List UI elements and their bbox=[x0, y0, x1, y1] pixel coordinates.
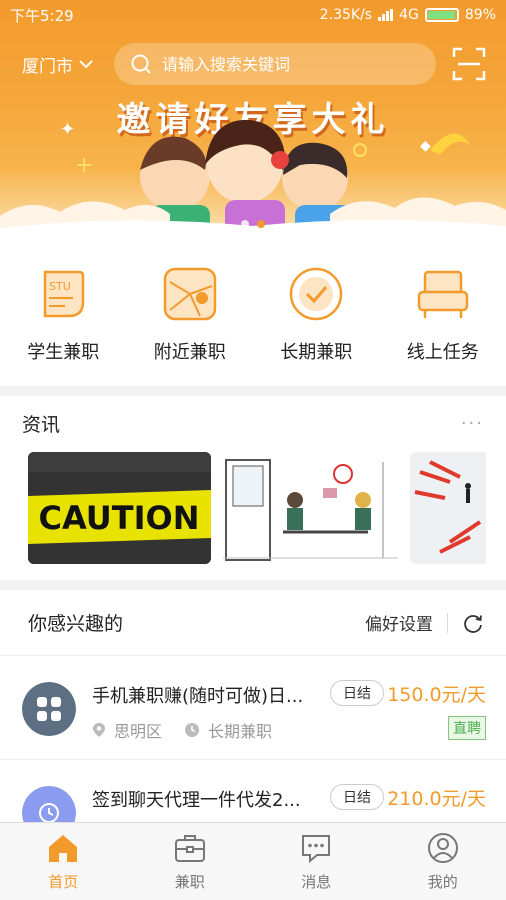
tab-label: 我的 bbox=[427, 873, 458, 891]
job-badge: 直聘 bbox=[448, 716, 486, 740]
job-price: 150.0元/天 bbox=[387, 684, 486, 706]
job-price: 210.0元/天 bbox=[387, 788, 486, 810]
caution-caption: CAUTION bbox=[39, 499, 200, 537]
location-icon bbox=[93, 723, 105, 737]
category-longterm[interactable]: 长期兼职 bbox=[253, 238, 380, 386]
category-badge: STU bbox=[49, 280, 71, 293]
tab-parttime[interactable]: 兼职 bbox=[127, 823, 254, 900]
svg-text:+: + bbox=[75, 153, 93, 178]
office-meeting-image bbox=[223, 459, 398, 561]
bottom-tab-bar: 首页 兼职 消息 我的 bbox=[0, 822, 506, 900]
tab-label: 首页 bbox=[48, 873, 79, 891]
news-card[interactable]: CAUTION bbox=[28, 452, 211, 564]
tab-label: 兼职 bbox=[174, 873, 205, 891]
banner-pagination bbox=[0, 220, 506, 228]
clock-icon bbox=[185, 723, 200, 737]
category-label: 附近兼职 bbox=[153, 342, 226, 363]
news-card[interactable] bbox=[223, 452, 398, 564]
news-carousel[interactable]: CAUTION bbox=[28, 452, 486, 564]
tab-label: 消息 bbox=[301, 873, 332, 891]
banner-dot[interactable] bbox=[241, 220, 249, 228]
news-card[interactable] bbox=[410, 452, 486, 564]
job-tag: 日结 bbox=[330, 784, 384, 810]
job-title: 签到聊天代理一件代发2... bbox=[92, 790, 301, 811]
home-icon bbox=[49, 835, 78, 862]
tab-messages[interactable]: 消息 bbox=[253, 823, 380, 900]
map-pin-icon bbox=[163, 267, 216, 321]
user-icon bbox=[427, 833, 458, 863]
category-student[interactable]: STU 学生兼职 bbox=[0, 238, 127, 386]
category-nearby[interactable]: 附近兼职 bbox=[127, 238, 254, 386]
news-title: 资讯 bbox=[22, 414, 61, 436]
svg-text:✦: ✦ bbox=[60, 119, 75, 140]
briefcase-icon bbox=[174, 835, 205, 862]
category-online[interactable]: 线上任务 bbox=[380, 238, 506, 386]
clock-check-icon bbox=[290, 267, 343, 321]
sofa-icon bbox=[417, 270, 468, 318]
svg-text:◆: ◆ bbox=[420, 138, 431, 154]
arrows-strategy-image bbox=[410, 452, 486, 564]
job-tag: 日结 bbox=[330, 680, 384, 706]
caution-tape-image: CAUTION bbox=[28, 452, 211, 564]
job-item[interactable]: 手机兼职赚(随时可做)日... 日结 150.0元/天 思明区 长期兼职 直聘 bbox=[0, 656, 506, 760]
divider bbox=[447, 612, 448, 633]
message-icon bbox=[302, 835, 331, 864]
banner-clouds bbox=[0, 197, 506, 238]
banner-dot-active[interactable] bbox=[257, 220, 265, 228]
tab-home[interactable]: 首页 bbox=[0, 823, 127, 900]
preference-settings-link[interactable]: 偏好设置 bbox=[365, 610, 433, 635]
category-label: 长期兼职 bbox=[280, 342, 353, 363]
student-card-icon: STU bbox=[44, 270, 85, 318]
tab-profile[interactable]: 我的 bbox=[380, 823, 506, 900]
job-district: 思明区 bbox=[114, 722, 163, 741]
interest-title: 你感兴趣的 bbox=[28, 613, 124, 635]
refresh-icon[interactable] bbox=[462, 612, 484, 634]
interest-section: 你感兴趣的 偏好设置 手机兼职赚(随时可做)日... 日结 150.0元/天 思… bbox=[0, 590, 506, 864]
job-avatar bbox=[22, 682, 76, 736]
category-grid: STU 学生兼职 附近兼职 长期兼职 线上任务 bbox=[0, 238, 506, 386]
category-label: 线上任务 bbox=[406, 342, 479, 363]
news-section: 资讯 ··· CAUTION bbox=[0, 396, 506, 580]
more-icon[interactable]: ··· bbox=[461, 413, 484, 434]
header-banner: 下午5:29 2.35K/s 4G 89% 厦门市 邀请好友享大礼 bbox=[0, 0, 506, 238]
job-title: 手机兼职赚(随时可做)日... bbox=[92, 686, 304, 707]
job-period: 长期兼职 bbox=[208, 722, 273, 741]
category-label: 学生兼职 bbox=[27, 342, 100, 363]
